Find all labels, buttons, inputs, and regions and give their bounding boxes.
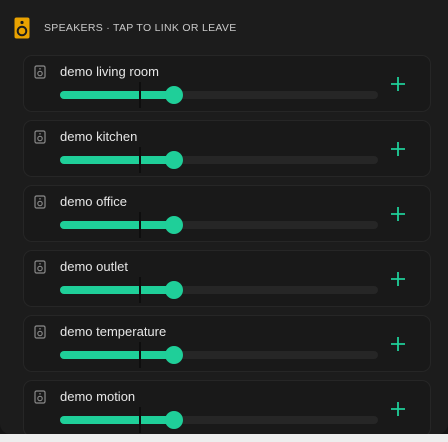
text-cursor xyxy=(139,407,141,433)
speakers-card: SPEAKERS · TAP TO LINK OR LEAVE demo liv… xyxy=(0,0,448,437)
volume-fill xyxy=(60,286,174,294)
volume-fill xyxy=(60,351,174,359)
volume-slider[interactable] xyxy=(60,342,378,368)
volume-thumb[interactable] xyxy=(165,281,183,299)
volume-slider[interactable] xyxy=(60,212,378,238)
add-speaker-button[interactable] xyxy=(380,261,416,297)
speaker-icon xyxy=(34,325,46,339)
volume-thumb[interactable] xyxy=(165,151,183,169)
speaker-row[interactable]: demo office xyxy=(23,185,431,242)
volume-fill xyxy=(60,221,174,229)
speaker-name: demo temperature xyxy=(60,324,167,339)
speaker-name: demo motion xyxy=(60,389,136,404)
speaker-icon xyxy=(34,195,46,209)
volume-thumb[interactable] xyxy=(165,346,183,364)
speaker-icon xyxy=(34,260,46,274)
volume-fill xyxy=(60,416,174,424)
text-cursor xyxy=(139,82,141,108)
speaker-name: demo living room xyxy=(60,64,159,79)
volume-slider[interactable] xyxy=(60,147,378,173)
speaker-row[interactable]: demo living room xyxy=(23,55,431,112)
speaker-icon xyxy=(34,65,46,79)
volume-slider[interactable] xyxy=(60,277,378,303)
volume-fill xyxy=(60,91,174,99)
volume-thumb[interactable] xyxy=(165,216,183,234)
plus-icon xyxy=(391,77,405,91)
text-cursor xyxy=(139,212,141,238)
card-header: SPEAKERS · TAP TO LINK OR LEAVE xyxy=(12,16,432,40)
volume-slider[interactable] xyxy=(60,407,378,433)
text-cursor xyxy=(139,277,141,303)
text-cursor xyxy=(139,342,141,368)
volume-slider[interactable] xyxy=(60,82,378,108)
speaker-row[interactable]: demo outlet xyxy=(23,250,431,307)
speaker-icon xyxy=(34,390,46,404)
plus-icon xyxy=(391,207,405,221)
add-speaker-button[interactable] xyxy=(380,131,416,167)
speaker-row[interactable]: demo motion xyxy=(23,380,431,437)
plus-icon xyxy=(391,402,405,416)
volume-thumb[interactable] xyxy=(165,411,183,429)
speaker-name: demo kitchen xyxy=(60,129,138,144)
speaker-row[interactable]: demo temperature xyxy=(23,315,431,372)
speaker-name: demo outlet xyxy=(60,259,128,274)
add-speaker-button[interactable] xyxy=(380,196,416,232)
speaker-icon xyxy=(12,16,32,40)
plus-icon xyxy=(391,337,405,351)
plus-icon xyxy=(391,272,405,286)
page-bottom-edge xyxy=(0,434,448,442)
volume-thumb[interactable] xyxy=(165,86,183,104)
speaker-icon xyxy=(34,130,46,144)
text-cursor xyxy=(139,147,141,173)
card-title: SPEAKERS · TAP TO LINK OR LEAVE xyxy=(44,22,237,34)
add-speaker-button[interactable] xyxy=(380,66,416,102)
speaker-row[interactable]: demo kitchen xyxy=(23,120,431,177)
add-speaker-button[interactable] xyxy=(380,326,416,362)
volume-fill xyxy=(60,156,174,164)
plus-icon xyxy=(391,142,405,156)
speaker-name: demo office xyxy=(60,194,127,209)
add-speaker-button[interactable] xyxy=(380,391,416,427)
